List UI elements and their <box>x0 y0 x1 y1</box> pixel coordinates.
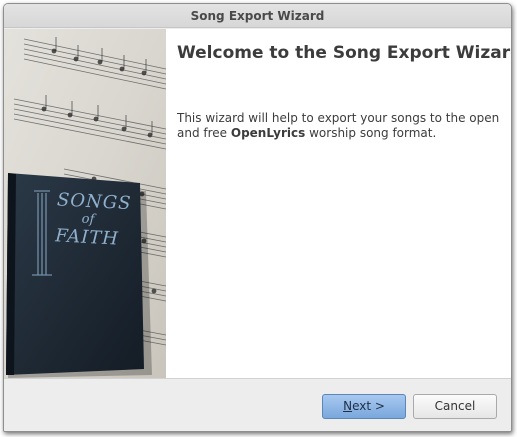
wizard-sidebar-image: SONGS of FAITH <box>4 29 166 378</box>
cancel-button[interactable]: Cancel <box>413 394 497 419</box>
window-titlebar[interactable]: Song Export Wizard <box>4 4 511 28</box>
book-title-line3: FAITH <box>54 225 120 250</box>
description-text-2: worship song format. <box>305 126 437 140</box>
description-openlyrics: OpenLyrics <box>230 126 306 140</box>
book-title: SONGS of FAITH <box>54 189 132 250</box>
book-title-line1: SONGS <box>56 189 132 215</box>
next-button[interactable]: Next > <box>322 394 406 419</box>
window-title: Song Export Wizard <box>190 9 325 23</box>
wizard-window: Song Export Wizard SONGS of FAITH Welcom… <box>3 3 512 432</box>
next-mnemonic: N <box>343 399 353 413</box>
wizard-page: Welcome to the Song Export Wizard This w… <box>166 29 511 378</box>
page-title: Welcome to the Song Export Wizard <box>177 43 512 63</box>
page-description: This wizard will help to export your son… <box>177 111 502 141</box>
wizard-button-bar: Next > Cancel <box>4 378 511 431</box>
next-label: ext > <box>352 399 385 413</box>
